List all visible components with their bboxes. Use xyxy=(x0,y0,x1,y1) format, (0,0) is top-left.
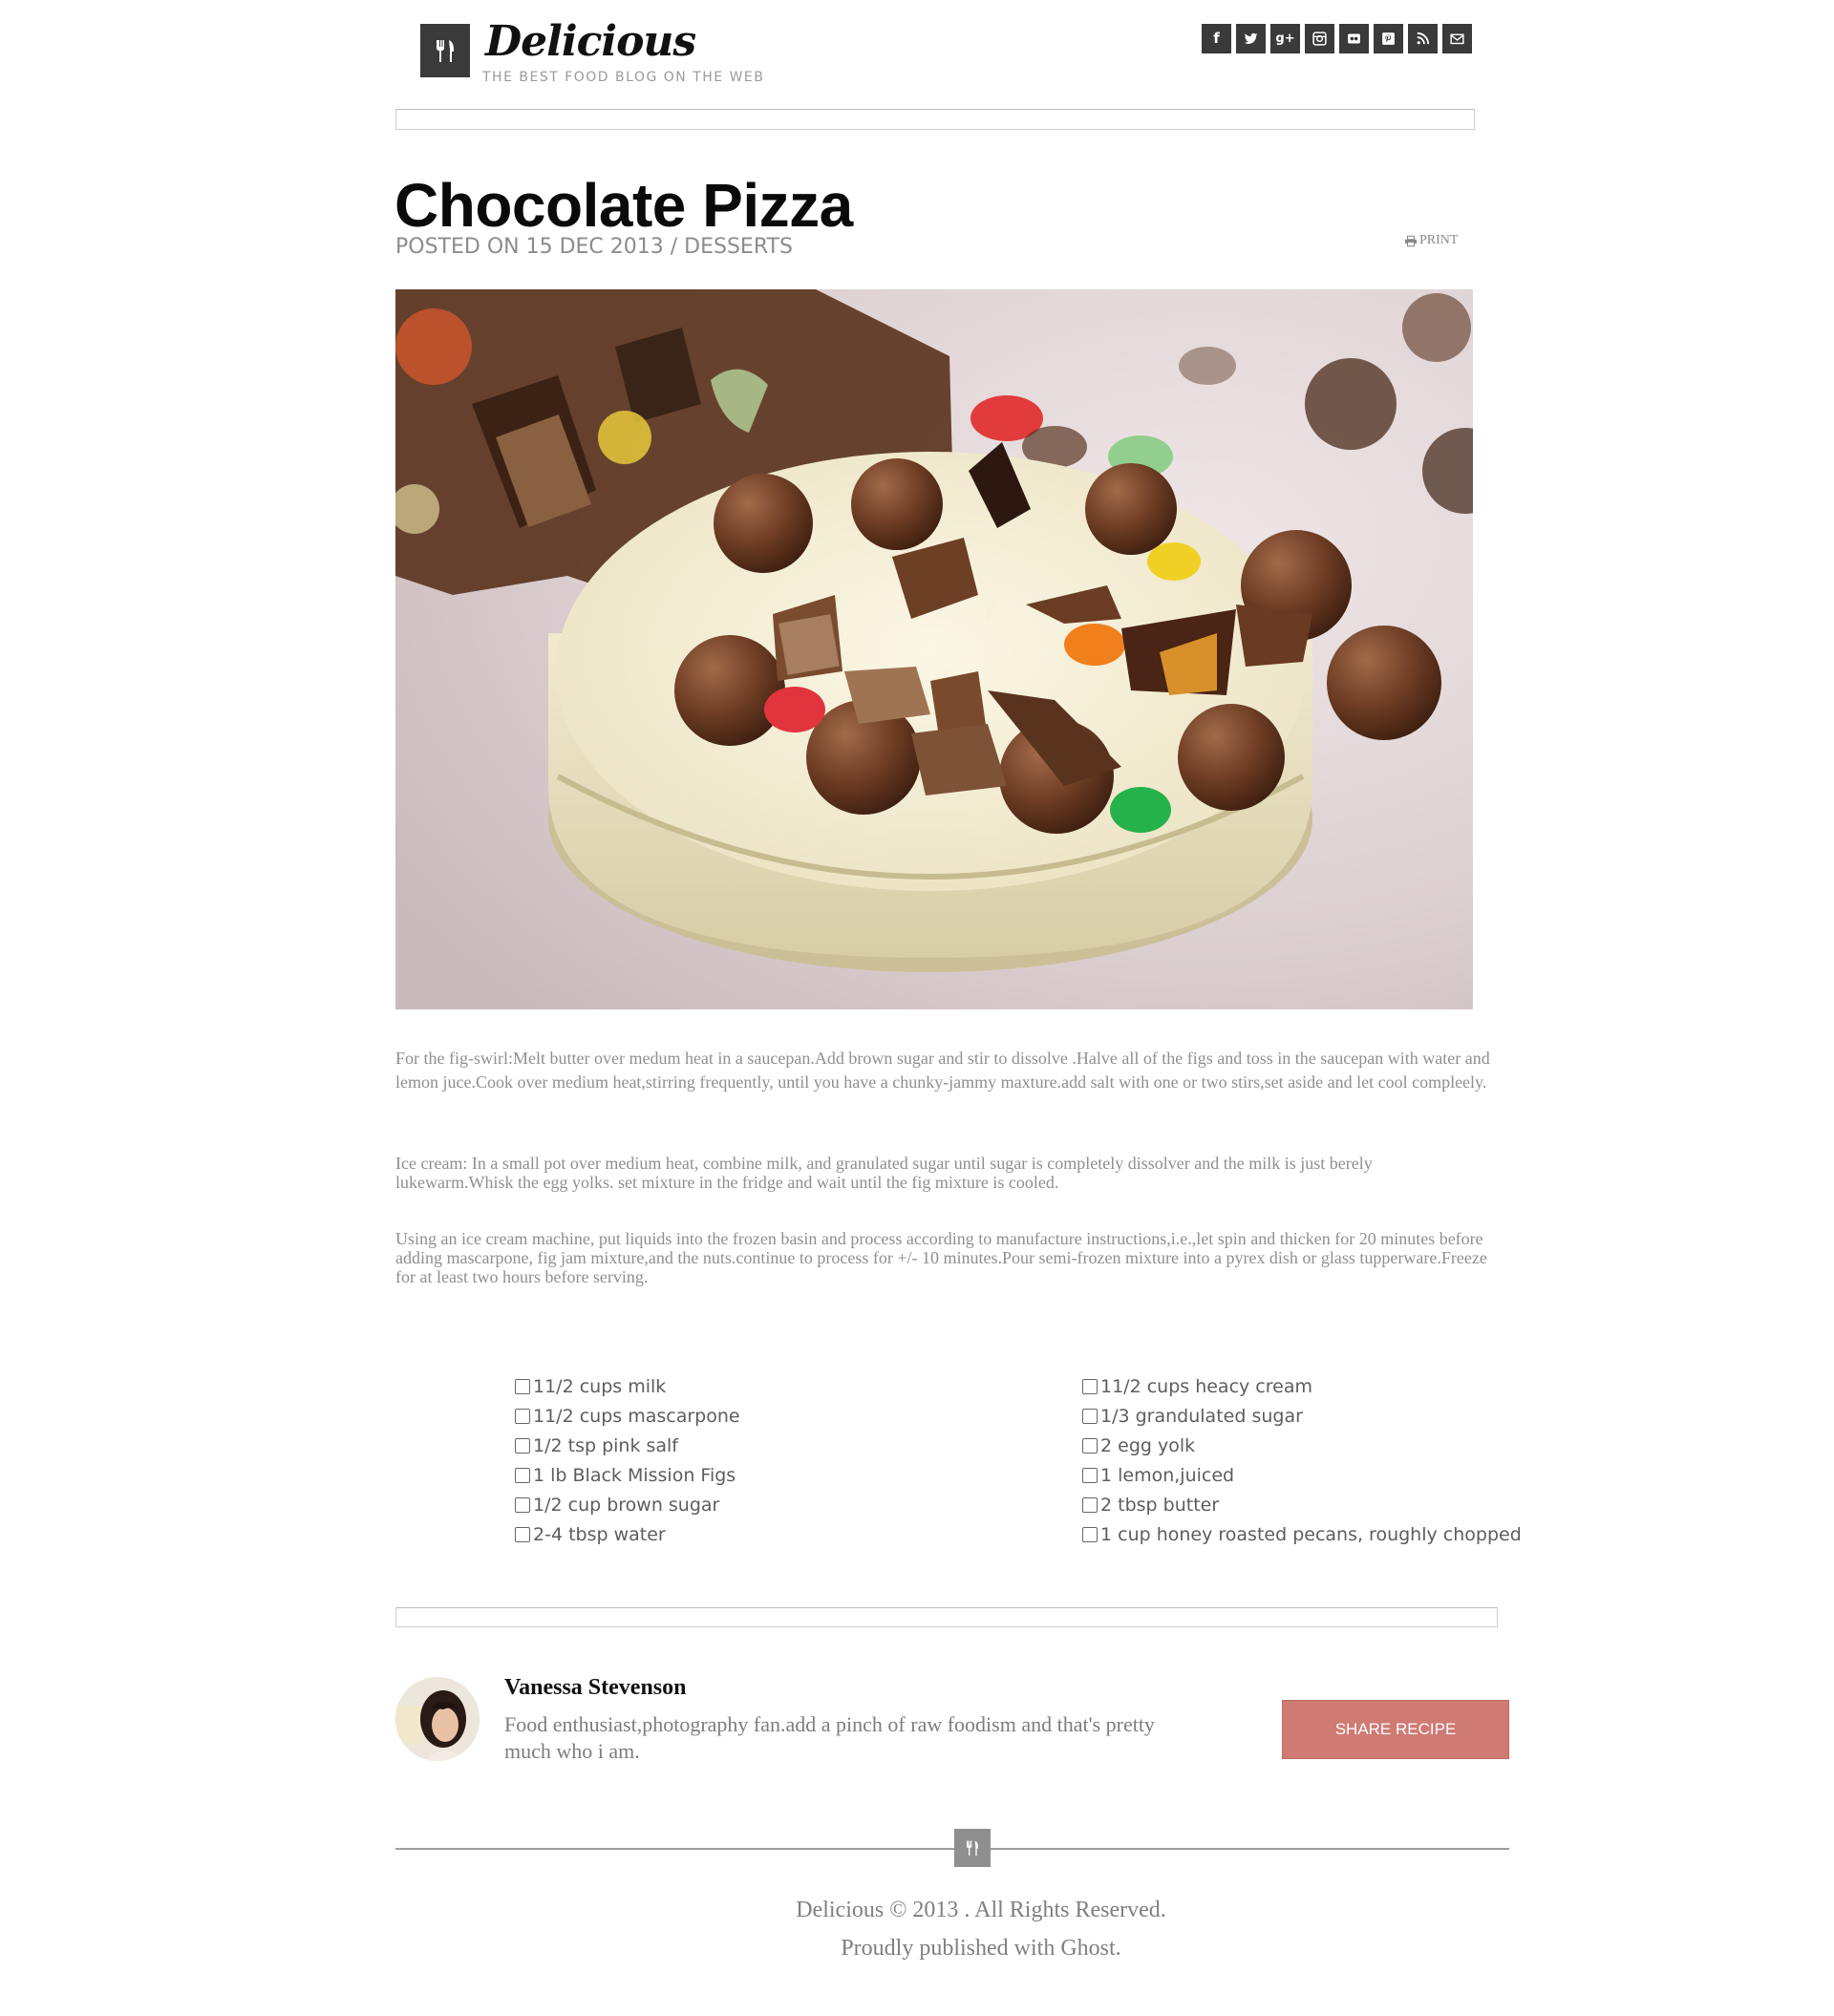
facebook-glyph: f xyxy=(1213,30,1220,47)
ingredient-item[interactable]: 2 tbsp butter xyxy=(1082,1490,1522,1519)
twitter-glyph xyxy=(1244,32,1258,44)
instagram-icon[interactable] xyxy=(1305,24,1334,53)
ingredient-label: 11/2 cups milk xyxy=(533,1375,667,1397)
share-recipe-button[interactable]: SHARE RECIPE xyxy=(1282,1700,1509,1759)
email-glyph xyxy=(1450,33,1464,45)
content-divider xyxy=(395,1607,1498,1627)
paragraph-machine: Using an ice cream machine, put liquids … xyxy=(395,1229,1487,1286)
footer-powered-by: Proudly published with Ghost. xyxy=(841,1936,1121,1961)
google-plus-glyph: g+ xyxy=(1275,32,1295,46)
ingredient-item[interactable]: 1 lb Black Mission Figs xyxy=(515,1460,740,1490)
ingredient-checkbox[interactable] xyxy=(515,1378,530,1394)
post-title: Chocolate Pizza xyxy=(395,171,853,240)
site-tagline: THE BEST FOOD BLOG ON THE WEB xyxy=(482,70,765,85)
paragraph-ice-cream: Ice cream: In a small pot over medium he… xyxy=(395,1154,1373,1192)
social-links: f g+ xyxy=(1202,24,1472,53)
pinterest-icon[interactable] xyxy=(1374,24,1403,53)
ingredients-right: 11/2 cups heacy cream 1/3 grandulated su… xyxy=(1082,1371,1522,1549)
ingredient-checkbox[interactable] xyxy=(1082,1378,1098,1394)
ingredient-checkbox[interactable] xyxy=(1082,1437,1098,1454)
twitter-icon[interactable] xyxy=(1236,24,1266,53)
print-label: PRINT xyxy=(1419,233,1459,247)
fork-knife-icon xyxy=(437,40,454,62)
fork-knife-icon xyxy=(967,1840,978,1856)
ingredient-label: 1 lb Black Mission Figs xyxy=(533,1464,736,1486)
ingredient-item[interactable]: 1 cup honey roasted pecans, roughly chop… xyxy=(1082,1519,1522,1549)
author-bio: Food enthusiast,photography fan.add a pi… xyxy=(504,1712,1155,1763)
ingredient-label: 1/3 grandulated sugar xyxy=(1100,1405,1303,1427)
footer-copyright: Delicious © 2013 . All Rights Reserved. xyxy=(796,1898,1166,1922)
ingredient-item[interactable]: 1/3 grandulated sugar xyxy=(1082,1401,1522,1431)
ingredient-item[interactable]: 1 lemon,juiced xyxy=(1082,1460,1522,1490)
ingredient-label: 11/2 cups heacy cream xyxy=(1100,1375,1312,1397)
ingredient-checkbox[interactable] xyxy=(515,1408,530,1424)
ingredient-label: 11/2 cups mascarpone xyxy=(533,1405,740,1427)
ingredient-item[interactable]: 1/2 tsp pink salf xyxy=(515,1431,740,1460)
ingredient-checkbox[interactable] xyxy=(1082,1496,1098,1513)
rss-icon[interactable] xyxy=(1408,24,1438,53)
ingredient-checkbox[interactable] xyxy=(515,1526,530,1542)
ingredient-checkbox[interactable] xyxy=(515,1467,530,1483)
ingredient-item[interactable]: 2 egg yolk xyxy=(1082,1431,1522,1460)
site-title[interactable]: Delicious xyxy=(485,21,696,63)
hero-image xyxy=(395,289,1473,1009)
ingredient-item[interactable]: 11/2 cups heacy cream xyxy=(1082,1371,1522,1401)
printer-icon xyxy=(1404,235,1418,246)
print-link[interactable]: PRINT xyxy=(1404,233,1458,248)
ingredient-label: 1/2 cup brown sugar xyxy=(533,1494,720,1516)
pinterest-glyph xyxy=(1382,32,1395,45)
email-icon[interactable] xyxy=(1442,24,1472,53)
google-plus-icon[interactable]: g+ xyxy=(1270,24,1300,53)
ingredient-item[interactable]: 1/2 cup brown sugar xyxy=(515,1490,740,1519)
ingredient-label: 2 tbsp butter xyxy=(1100,1494,1220,1516)
ingredient-label: 1 cup honey roasted pecans, roughly chop… xyxy=(1100,1523,1522,1545)
ingredient-label: 2 egg yolk xyxy=(1100,1434,1196,1456)
post-meta: POSTED ON 15 DEC 2013 / DESSERTS xyxy=(395,235,793,259)
footer-logo-icon xyxy=(954,1829,991,1867)
ingredient-checkbox[interactable] xyxy=(1082,1526,1098,1542)
ingredient-checkbox[interactable] xyxy=(1082,1408,1098,1424)
flickr-icon[interactable] xyxy=(1339,24,1369,53)
author-name: Vanessa Stevenson xyxy=(504,1675,687,1700)
flickr-glyph xyxy=(1348,33,1360,44)
ingredient-item[interactable]: 11/2 cups milk xyxy=(515,1371,740,1401)
avatar xyxy=(395,1677,480,1761)
header-divider xyxy=(395,109,1475,130)
paragraph-fig-swirl: For the fig-swirl:Melt butter over medum… xyxy=(395,1049,1490,1092)
ingredient-item[interactable]: 2-4 tbsp water xyxy=(515,1519,740,1549)
facebook-icon[interactable]: f xyxy=(1202,24,1231,53)
footer-divider xyxy=(395,1848,1509,1850)
ingredient-checkbox[interactable] xyxy=(1082,1467,1098,1483)
ingredient-item[interactable]: 11/2 cups mascarpone xyxy=(515,1401,740,1431)
ingredient-label: 1 lemon,juiced xyxy=(1100,1464,1235,1486)
ingredients-left: 11/2 cups milk 11/2 cups mascarpone 1/2 … xyxy=(515,1371,740,1549)
rss-glyph xyxy=(1417,32,1430,45)
instagram-glyph xyxy=(1312,32,1327,46)
ingredient-label: 2-4 tbsp water xyxy=(533,1523,666,1545)
ingredient-checkbox[interactable] xyxy=(515,1496,530,1513)
logo-icon-box[interactable] xyxy=(420,24,470,77)
ingredient-checkbox[interactable] xyxy=(515,1437,530,1454)
ingredient-label: 1/2 tsp pink salf xyxy=(533,1434,678,1456)
